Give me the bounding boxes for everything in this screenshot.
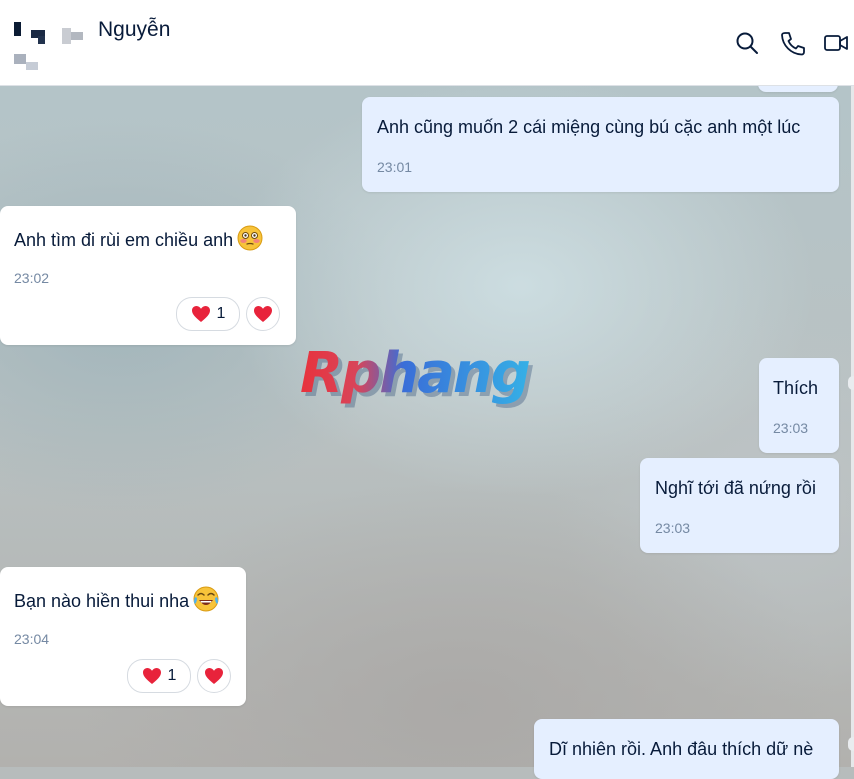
flushed-face-emoji-icon — [237, 225, 263, 251]
message-bubble-outgoing[interactable]: Dĩ nhiên rồi. Anh đâu thích dữ nè — [534, 719, 839, 779]
message-bubble-outgoing[interactable]: Thích 23:03 — [759, 358, 839, 453]
heart-icon — [205, 668, 223, 684]
message-time: 23:03 — [773, 420, 809, 436]
message-bubble-incoming[interactable]: Bạn nào hiền thui nha 23:04 1 — [0, 567, 246, 706]
reaction-summary[interactable]: 1 — [127, 659, 191, 693]
message-status-indicator — [848, 737, 854, 751]
svg-text:Rphang: Rphang — [300, 346, 530, 406]
heart-icon — [142, 668, 161, 684]
reaction-count: 1 — [167, 667, 177, 684]
react-button[interactable] — [197, 659, 231, 693]
avatar[interactable] — [12, 20, 83, 74]
contact-name[interactable]: Nguyễn — [98, 18, 170, 42]
message-text: Bạn nào hiền thui nha — [14, 590, 190, 611]
react-button[interactable] — [246, 297, 280, 331]
watermark-logo: Rphang Rphang — [300, 341, 560, 416]
search-icon[interactable] — [734, 30, 760, 56]
heart-icon — [191, 306, 210, 322]
message-status-indicator — [848, 376, 854, 390]
reaction-summary[interactable]: 1 — [176, 297, 240, 331]
message-time: 23:04 — [14, 631, 50, 647]
phone-icon[interactable] — [779, 30, 805, 56]
message-text: Nghĩ tới đã nứng rồi — [655, 478, 816, 498]
message-text: Anh cũng muốn 2 cái miệng cùng bú cặc an… — [377, 117, 801, 137]
tears-of-joy-emoji-icon — [193, 586, 219, 612]
message-bubble-incoming[interactable]: Anh tìm đi rùi em chiều anh 23:02 1 — [0, 206, 296, 345]
message-text: Thích — [773, 378, 819, 398]
video-call-icon[interactable] — [823, 30, 849, 56]
message-time: 23:03 — [655, 520, 691, 536]
heart-icon — [254, 306, 272, 322]
message-bubble-outgoing[interactable]: Nghĩ tới đã nứng rồi 23:03 — [640, 458, 839, 553]
message-time: 23:01 — [377, 159, 413, 175]
message-content: Bạn nào hiền thui nha — [14, 586, 219, 615]
message-bubble-outgoing[interactable]: Anh cũng muốn 2 cái miệng cùng bú cặc an… — [362, 97, 839, 192]
reaction-count: 1 — [216, 305, 226, 322]
message-time: 23:02 — [14, 270, 50, 286]
message-text: Anh tìm đi rùi em chiều anh — [14, 229, 234, 250]
chat-header: Nguyễn — [0, 0, 854, 86]
message-text: Dĩ nhiên rồi. Anh đâu thích dữ nè — [549, 739, 814, 759]
message-content: Anh tìm đi rùi em chiều anh — [14, 225, 263, 254]
